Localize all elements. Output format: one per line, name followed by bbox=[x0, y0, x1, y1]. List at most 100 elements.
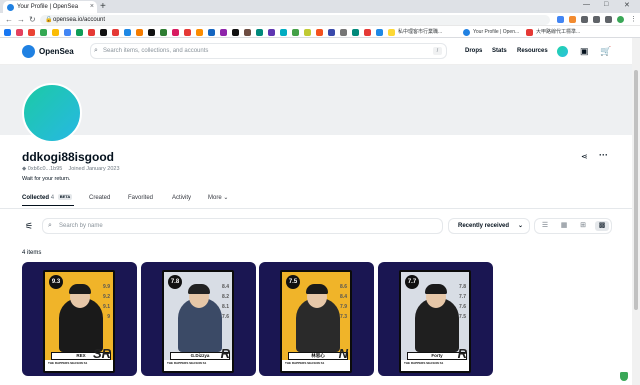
bookmark-icon[interactable] bbox=[463, 29, 470, 36]
nav-resources[interactable]: Resources bbox=[517, 47, 548, 56]
nft-card[interactable]: 7.7 7.8 7.7 7.6 7.5 Forty R THE RAPPERS SEA… bbox=[378, 262, 493, 376]
bookmark-icon[interactable] bbox=[124, 29, 131, 36]
nft-card[interactable]: 7.5 8.6 8.4 7.9 7.3 林思心 N THE RAPPERS SEASO… bbox=[259, 262, 374, 376]
tab-created[interactable]: Created bbox=[89, 194, 110, 203]
bookmark-icon[interactable] bbox=[40, 29, 47, 36]
bookmark-icon[interactable] bbox=[316, 29, 323, 36]
global-search-input[interactable]: ⌕ Search items, collections, and account… bbox=[90, 43, 447, 59]
browser-tab[interactable]: Your Profile | OpenSea × bbox=[3, 1, 97, 13]
bookmark-icon[interactable] bbox=[28, 29, 35, 36]
bookmark-icon[interactable] bbox=[184, 29, 191, 36]
nav-stats[interactable]: Stats bbox=[492, 47, 507, 56]
close-tab-icon[interactable]: × bbox=[90, 1, 94, 13]
profile-meta: ◆ 0xb6c0...1b95 Joined January 2023 bbox=[22, 166, 120, 173]
items-search-input[interactable]: ⌕ Search by name bbox=[42, 218, 443, 234]
tab-collected[interactable]: Collected 4 BETA bbox=[22, 194, 73, 203]
bookmark-icon[interactable] bbox=[256, 29, 263, 36]
filter-icon[interactable]: ⚟ bbox=[25, 221, 33, 232]
bookmark-link[interactable]: Your Profile | Open... bbox=[473, 27, 519, 37]
bookmark-icon[interactable] bbox=[304, 29, 311, 36]
tab-favorited[interactable]: Favorited bbox=[128, 194, 153, 203]
bookmark-icon[interactable] bbox=[136, 29, 143, 36]
bookmark-icon[interactable] bbox=[52, 29, 59, 36]
lock-icon: 🔒 bbox=[45, 17, 53, 23]
list-view-icon[interactable]: ☰ bbox=[538, 221, 552, 231]
menu-icon[interactable]: ⋮ bbox=[630, 14, 637, 25]
bookmark-icon[interactable] bbox=[16, 29, 23, 36]
url-field[interactable]: 🔒 opensea.io/account bbox=[40, 15, 550, 25]
scrollbar-thumb[interactable] bbox=[634, 70, 638, 310]
nav-drops[interactable]: Drops bbox=[465, 47, 482, 56]
forward-icon[interactable]: → bbox=[17, 14, 25, 25]
bookmark-icon[interactable] bbox=[172, 29, 179, 36]
bookmark-icon[interactable] bbox=[220, 29, 227, 36]
bookmark-icon[interactable] bbox=[64, 29, 71, 36]
bookmark-icon[interactable] bbox=[148, 29, 155, 36]
wallet-address[interactable]: 0xb6c0...1b95 bbox=[28, 166, 63, 172]
new-tab-button[interactable]: + bbox=[100, 1, 106, 12]
back-icon[interactable]: ← bbox=[5, 14, 13, 25]
bookmark-icon[interactable] bbox=[376, 29, 383, 36]
bookmark-icon[interactable] bbox=[160, 29, 167, 36]
extension-icon[interactable] bbox=[557, 16, 564, 23]
bookmark-icon[interactable] bbox=[340, 29, 347, 36]
tab-collected-count: 4 bbox=[50, 195, 55, 201]
bookmark-icon[interactable] bbox=[328, 29, 335, 36]
url-text: opensea.io/account bbox=[53, 17, 106, 23]
profile-avatar[interactable] bbox=[22, 83, 82, 143]
bookmark-icon[interactable] bbox=[196, 29, 203, 36]
wallet-icon[interactable]: ▣ bbox=[580, 45, 589, 57]
nft-rank: N bbox=[338, 346, 348, 361]
bookmark-link[interactable]: 私中理客市行業職... bbox=[398, 27, 442, 37]
tab-more[interactable]: More ⌄ bbox=[208, 194, 228, 203]
tab-activity[interactable]: Activity bbox=[172, 194, 191, 203]
bookmark-icon[interactable] bbox=[388, 29, 395, 36]
nft-score: 9.3 bbox=[49, 275, 63, 289]
bookmark-icon[interactable] bbox=[292, 29, 299, 36]
bookmark-icon[interactable] bbox=[76, 29, 83, 36]
nft-series-label: THE RAPPERS SEASON S1 bbox=[401, 360, 469, 371]
security-shield-icon[interactable] bbox=[620, 372, 628, 381]
reload-icon[interactable]: ↻ bbox=[29, 14, 36, 25]
tab-collected-label: Collected bbox=[22, 195, 50, 201]
nft-card[interactable]: 9.3 9.9 9.2 9.1 9 REX SR THE RAPPERS SEASON… bbox=[22, 262, 137, 376]
minimize-icon[interactable]: — bbox=[583, 1, 590, 8]
bookmark-icon[interactable] bbox=[268, 29, 275, 36]
compact-grid-icon[interactable]: ▩ bbox=[595, 221, 609, 231]
share-icon[interactable]: ⋖ bbox=[581, 152, 588, 161]
close-window-icon[interactable]: ✕ bbox=[624, 1, 630, 9]
sort-select[interactable]: Recently received ⌄ bbox=[448, 218, 530, 234]
large-grid-icon[interactable]: ▦ bbox=[557, 221, 571, 231]
bookmark-icon[interactable] bbox=[100, 29, 107, 36]
maximize-icon[interactable]: □ bbox=[604, 1, 608, 8]
grid-icon[interactable]: ⊞ bbox=[576, 221, 590, 231]
bookmark-icon[interactable] bbox=[4, 29, 11, 36]
bookmark-icon[interactable] bbox=[112, 29, 119, 36]
metamask-icon[interactable] bbox=[569, 16, 576, 23]
items-search-placeholder: Search by name bbox=[59, 223, 103, 229]
bookmark-icon[interactable] bbox=[232, 29, 239, 36]
bookmark-icon[interactable] bbox=[352, 29, 359, 36]
bookmark-link[interactable]: 大甲路線代工標準... bbox=[536, 27, 580, 37]
bookmark-icon[interactable] bbox=[88, 29, 95, 36]
tabs-divider bbox=[0, 208, 632, 209]
puzzle-icon[interactable] bbox=[593, 16, 600, 23]
logo-text[interactable]: OpenSea bbox=[39, 44, 74, 59]
nft-stats: 9.9 9.2 9.1 9 bbox=[103, 284, 110, 320]
profile-banner bbox=[0, 65, 632, 135]
opensea-logo-icon[interactable] bbox=[22, 45, 35, 58]
cart-icon[interactable]: 🛒 bbox=[600, 45, 611, 57]
bookmark-icon[interactable] bbox=[244, 29, 251, 36]
browser-tab-strip: Your Profile | OpenSea × + — □ ✕ bbox=[0, 0, 640, 13]
more-icon[interactable]: ··· bbox=[599, 150, 608, 160]
profile-icon[interactable] bbox=[617, 16, 624, 23]
bookmark-icon[interactable] bbox=[526, 29, 533, 36]
bookmark-icon[interactable] bbox=[280, 29, 287, 36]
sidebar-icon[interactable] bbox=[605, 16, 612, 23]
account-avatar[interactable] bbox=[557, 46, 568, 57]
bookmark-icon[interactable] bbox=[364, 29, 371, 36]
nft-card[interactable]: 7.8 8.4 8.2 8.1 7.6 G.Dizzya R THE RAPPERS … bbox=[141, 262, 256, 376]
extension-icon[interactable] bbox=[581, 16, 588, 23]
nft-image: 7.5 8.6 8.4 7.9 7.3 林思心 N THE RAPPERS SEASO… bbox=[280, 270, 352, 373]
bookmark-icon[interactable] bbox=[208, 29, 215, 36]
